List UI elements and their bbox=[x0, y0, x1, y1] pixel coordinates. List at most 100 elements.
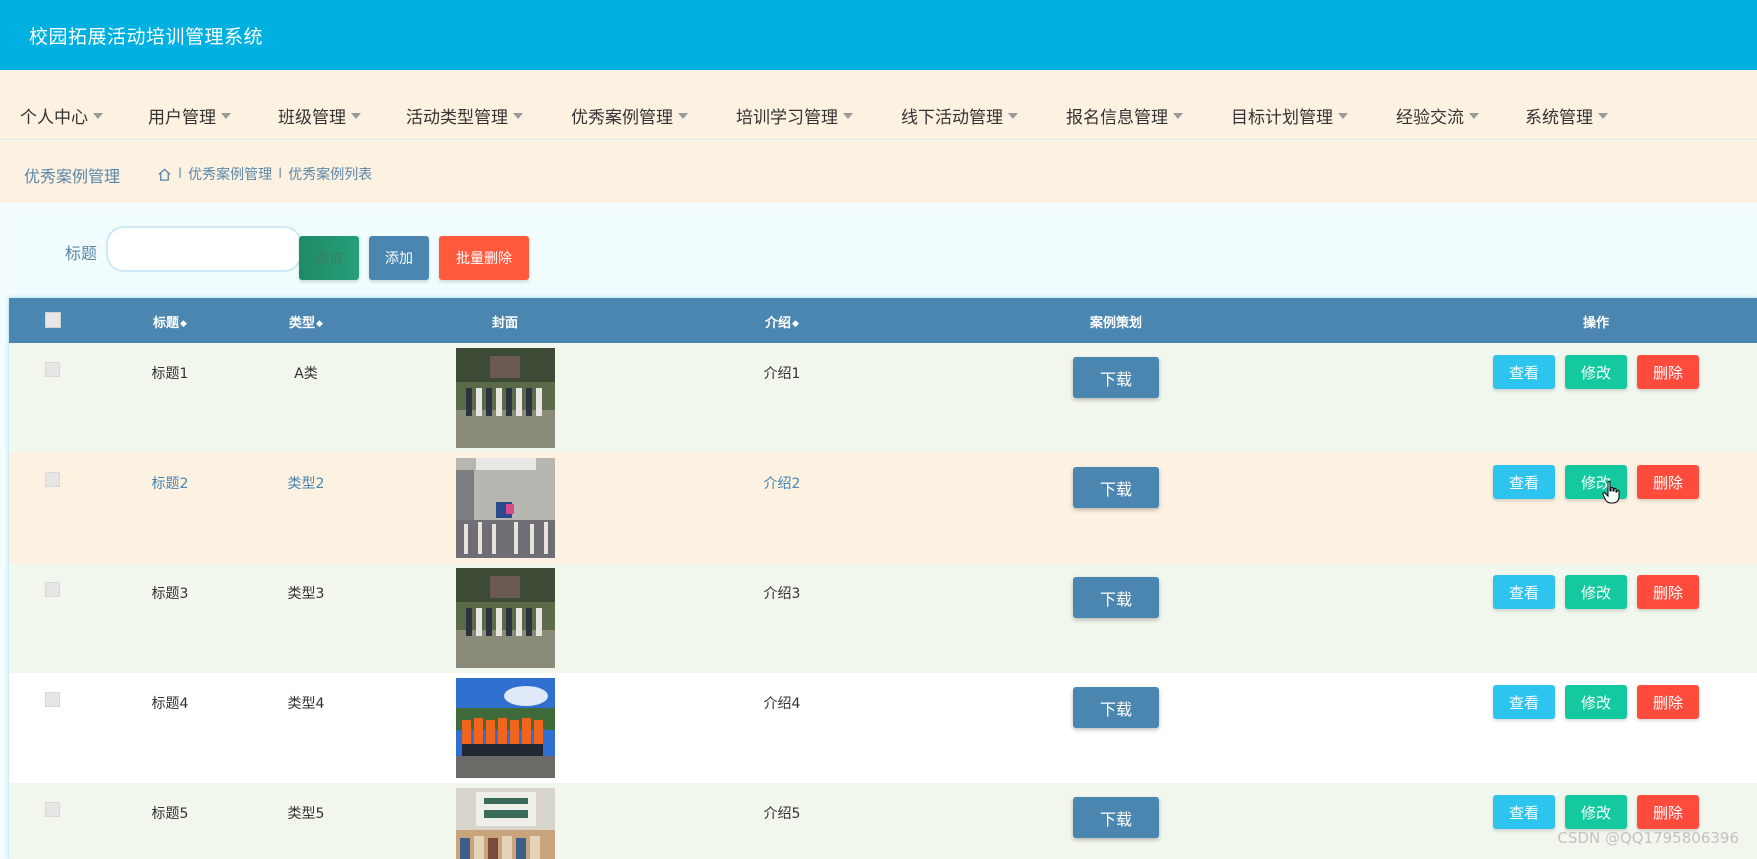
chevron-down-icon bbox=[1173, 113, 1183, 119]
chevron-down-icon bbox=[221, 113, 231, 119]
table-row: 标题5 类型5 介绍5 下载 查看 修改 删除 bbox=[9, 783, 1757, 859]
cover-image bbox=[456, 458, 555, 558]
table-header: 标题◆ 类型◆ 封面 介绍◆ 案例策划 操作 bbox=[9, 298, 1757, 343]
query-button[interactable]: 查询 bbox=[299, 236, 359, 280]
delete-button[interactable]: 删除 bbox=[1637, 355, 1699, 389]
delete-button[interactable]: 删除 bbox=[1637, 575, 1699, 609]
cell-type: 类型3 bbox=[287, 586, 325, 602]
cell-type: 类型4 bbox=[287, 696, 325, 712]
cell-intro: 介绍2 bbox=[763, 476, 801, 492]
column-header-actions: 操作 bbox=[1582, 316, 1610, 331]
sort-icon[interactable]: ◆ bbox=[316, 319, 323, 328]
table-row: 标题3 类型3 介绍3 下载 查看 修改 删除 bbox=[9, 563, 1757, 673]
breadcrumb-bar: 优秀案例管理 I 优秀案例管理 I 优秀案例列表 bbox=[0, 141, 1757, 203]
cell-title: 标题1 bbox=[151, 366, 189, 382]
select-all-checkbox[interactable] bbox=[45, 312, 61, 328]
cell-title: 标题3 bbox=[151, 586, 189, 602]
cover-image bbox=[456, 568, 555, 668]
table-row: 标题2 类型2 介绍2 下载 查看 修改 删除 bbox=[9, 453, 1757, 563]
chevron-down-icon bbox=[351, 113, 361, 119]
download-button[interactable]: 下载 bbox=[1073, 687, 1159, 728]
chevron-down-icon bbox=[843, 113, 853, 119]
table-row: 标题1 A类 介绍1 下载 查看 修改 删除 bbox=[9, 343, 1757, 453]
download-button[interactable]: 下载 bbox=[1073, 467, 1159, 508]
nav-item-experience-exchange[interactable]: 经验交流 bbox=[1396, 103, 1479, 128]
edit-button[interactable]: 修改 bbox=[1565, 685, 1627, 719]
nav-item-class-management[interactable]: 班级管理 bbox=[278, 103, 361, 128]
chevron-down-icon bbox=[678, 113, 688, 119]
nav-item-goal-plan-management[interactable]: 目标计划管理 bbox=[1231, 103, 1348, 128]
case-table: 标题◆ 类型◆ 封面 介绍◆ 案例策划 操作 标题1 A类 介绍1 下载 查看 … bbox=[9, 298, 1757, 859]
batch-delete-button[interactable]: 批量删除 bbox=[439, 236, 529, 280]
hand-pointer-icon bbox=[1602, 480, 1620, 504]
page-title: 优秀案例管理 bbox=[24, 167, 121, 186]
delete-button[interactable]: 删除 bbox=[1637, 795, 1699, 829]
cover-image bbox=[456, 788, 555, 859]
view-button[interactable]: 查看 bbox=[1493, 465, 1555, 499]
nav-item-signup-management[interactable]: 报名信息管理 bbox=[1066, 103, 1183, 128]
view-button[interactable]: 查看 bbox=[1493, 355, 1555, 389]
cell-type: 类型2 bbox=[287, 476, 325, 492]
table-row: 标题4 类型4 介绍4 下载 查看 修改 删除 bbox=[9, 673, 1757, 783]
watermark: CSDN @QQ1795806396 bbox=[1557, 829, 1739, 847]
cell-intro: 介绍5 bbox=[763, 806, 801, 822]
cell-type: A类 bbox=[294, 366, 318, 382]
nav-item-case-management[interactable]: 优秀案例管理 bbox=[571, 103, 688, 128]
cell-title: 标题5 bbox=[151, 806, 189, 822]
nav-item-offline-activity-management[interactable]: 线下活动管理 bbox=[901, 103, 1018, 128]
download-button[interactable]: 下载 bbox=[1073, 797, 1159, 838]
nav-item-activity-type-management[interactable]: 活动类型管理 bbox=[406, 103, 523, 128]
chevron-down-icon bbox=[1598, 113, 1608, 119]
nav-item-personal-center[interactable]: 个人中心 bbox=[20, 103, 103, 128]
download-button[interactable]: 下载 bbox=[1073, 357, 1159, 398]
view-button[interactable]: 查看 bbox=[1493, 795, 1555, 829]
search-bar: 标题 查询 添加 批量删除 bbox=[9, 218, 1757, 293]
cell-type: 类型5 bbox=[287, 806, 325, 822]
nav-item-system-management[interactable]: 系统管理 bbox=[1525, 103, 1608, 128]
breadcrumb-item-case-list: 优秀案例列表 bbox=[288, 167, 373, 183]
sort-icon[interactable]: ◆ bbox=[792, 319, 799, 328]
view-button[interactable]: 查看 bbox=[1493, 685, 1555, 719]
chevron-down-icon bbox=[93, 113, 103, 119]
home-icon[interactable] bbox=[157, 167, 172, 182]
cover-image bbox=[456, 678, 555, 778]
column-header-cover: 封面 bbox=[491, 316, 519, 331]
breadcrumb: I 优秀案例管理 I 优秀案例列表 bbox=[157, 164, 372, 184]
row-checkbox[interactable] bbox=[45, 802, 60, 817]
cell-title: 标题4 bbox=[151, 696, 189, 712]
column-header-type[interactable]: 类型◆ bbox=[289, 312, 323, 331]
main-nav: 个人中心 用户管理 班级管理 活动类型管理 优秀案例管理 培训学习管理 线下活动… bbox=[0, 70, 1757, 140]
add-button[interactable]: 添加 bbox=[369, 236, 429, 280]
title-search-input[interactable] bbox=[106, 226, 302, 272]
row-checkbox[interactable] bbox=[45, 692, 60, 707]
row-checkbox[interactable] bbox=[45, 582, 60, 597]
chevron-down-icon bbox=[1469, 113, 1479, 119]
breadcrumb-separator: I bbox=[278, 166, 283, 182]
breadcrumb-separator: I bbox=[178, 166, 183, 182]
cell-intro: 介绍4 bbox=[763, 696, 801, 712]
column-header-plan: 案例策划 bbox=[1089, 316, 1143, 331]
cell-intro: 介绍1 bbox=[763, 366, 801, 382]
app-title: 校园拓展活动培训管理系统 bbox=[29, 26, 264, 48]
delete-button[interactable]: 删除 bbox=[1637, 465, 1699, 499]
nav-item-training-management[interactable]: 培训学习管理 bbox=[736, 103, 853, 128]
view-button[interactable]: 查看 bbox=[1493, 575, 1555, 609]
delete-button[interactable]: 删除 bbox=[1637, 685, 1699, 719]
column-header-intro[interactable]: 介绍◆ bbox=[765, 312, 799, 331]
cover-image bbox=[456, 348, 555, 448]
chevron-down-icon bbox=[513, 113, 523, 119]
chevron-down-icon bbox=[1008, 113, 1018, 119]
cell-intro: 介绍3 bbox=[763, 586, 801, 602]
edit-button[interactable]: 修改 bbox=[1565, 795, 1627, 829]
row-checkbox[interactable] bbox=[45, 362, 60, 377]
cell-title: 标题2 bbox=[151, 476, 189, 492]
download-button[interactable]: 下载 bbox=[1073, 577, 1159, 618]
breadcrumb-item-case-management[interactable]: 优秀案例管理 bbox=[188, 164, 272, 184]
nav-item-user-management[interactable]: 用户管理 bbox=[148, 103, 231, 128]
sort-icon[interactable]: ◆ bbox=[180, 319, 187, 328]
row-checkbox[interactable] bbox=[45, 472, 60, 487]
edit-button[interactable]: 修改 bbox=[1565, 575, 1627, 609]
edit-button[interactable]: 修改 bbox=[1565, 355, 1627, 389]
chevron-down-icon bbox=[1338, 113, 1348, 119]
column-header-title[interactable]: 标题◆ bbox=[153, 312, 187, 331]
